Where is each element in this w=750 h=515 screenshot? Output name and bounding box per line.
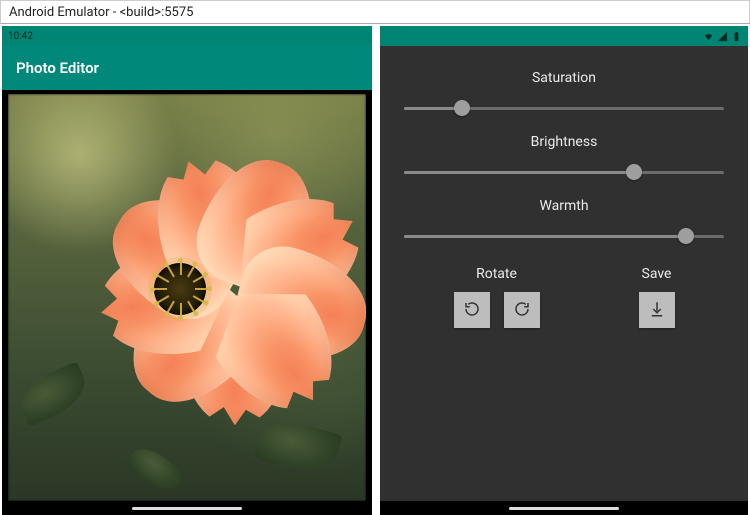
- brightness-slider[interactable]: [404, 160, 724, 184]
- rotate-cw-button[interactable]: [504, 292, 540, 328]
- rotate-ccw-button[interactable]: [454, 292, 490, 328]
- status-bar-left: 10:42: [2, 26, 372, 46]
- wifi-icon: [703, 27, 714, 46]
- app-title: Photo Editor: [16, 59, 99, 77]
- nav-home-indicator-right[interactable]: [380, 501, 748, 515]
- status-time: 10:42: [8, 31, 33, 42]
- save-column: Save: [639, 266, 675, 328]
- device-left: 10:42 Photo Editor: [2, 26, 372, 515]
- save-label: Save: [642, 266, 672, 282]
- rotate-ccw-icon: [463, 300, 481, 321]
- download-icon: [648, 300, 666, 321]
- emulator-window-title: Android Emulator - <build>:5575: [0, 0, 750, 24]
- window-title-text: Android Emulator - <build>:5575: [9, 5, 193, 20]
- rotate-column: Rotate: [454, 266, 540, 328]
- signal-icon: [717, 27, 728, 46]
- rotate-label: Rotate: [476, 266, 517, 282]
- warmth-group: Warmth: [404, 198, 724, 248]
- saturation-label: Saturation: [532, 70, 596, 86]
- photo-flower: [8, 94, 366, 501]
- photo-area[interactable]: [2, 90, 372, 501]
- app-bar: Photo Editor: [2, 46, 372, 90]
- nav-home-indicator-left[interactable]: [2, 501, 372, 515]
- brightness-group: Brightness: [404, 134, 724, 184]
- emulator-viewport: 10:42 Photo Editor: [0, 24, 750, 515]
- rotate-cw-icon: [513, 300, 531, 321]
- action-row: Rotate: [404, 266, 724, 328]
- device-right: Saturation Brightness Warmth: [380, 26, 748, 515]
- save-button[interactable]: [639, 292, 675, 328]
- brightness-label: Brightness: [531, 134, 598, 150]
- status-bar-right: [380, 26, 748, 46]
- saturation-slider[interactable]: [404, 96, 724, 120]
- battery-icon: [731, 27, 742, 46]
- warmth-slider[interactable]: [404, 224, 724, 248]
- warmth-label: Warmth: [539, 198, 588, 214]
- controls-panel: Saturation Brightness Warmth: [380, 46, 748, 501]
- saturation-group: Saturation: [404, 70, 724, 120]
